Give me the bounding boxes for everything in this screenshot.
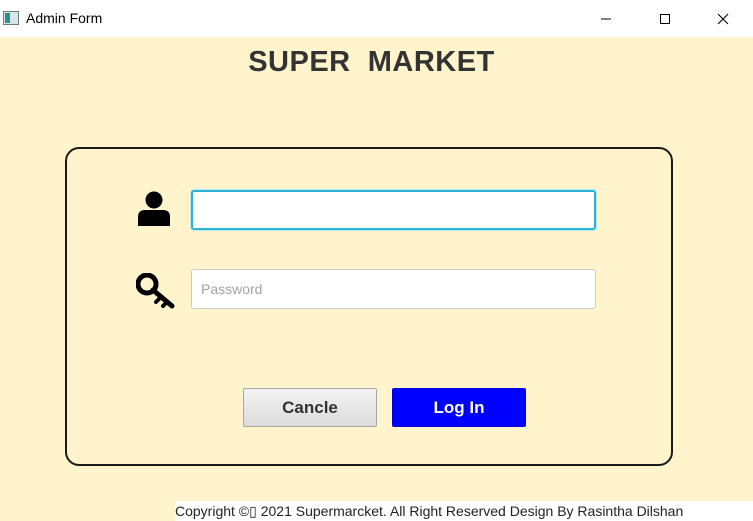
app-icon bbox=[3, 11, 19, 25]
user-icon bbox=[138, 191, 170, 226]
key-icon bbox=[136, 273, 175, 309]
close-icon bbox=[717, 13, 729, 24]
footer-copyright: Copyright ©▯ 2021 Supermarcket. All Righ… bbox=[175, 501, 753, 521]
password-input[interactable] bbox=[191, 269, 596, 309]
login-button[interactable]: Log In bbox=[392, 388, 526, 427]
username-input[interactable] bbox=[191, 190, 596, 230]
page-title: SUPER MARKET bbox=[248, 46, 495, 78]
maximize-button[interactable] bbox=[642, 0, 688, 37]
minimize-button[interactable] bbox=[583, 0, 629, 37]
maximize-icon bbox=[660, 13, 670, 24]
close-button[interactable] bbox=[700, 0, 746, 37]
title-bar: Admin Form bbox=[0, 0, 753, 37]
minimize-icon bbox=[601, 18, 611, 19]
cancel-button[interactable]: Cancle bbox=[243, 388, 377, 427]
window-title: Admin Form bbox=[26, 10, 103, 26]
